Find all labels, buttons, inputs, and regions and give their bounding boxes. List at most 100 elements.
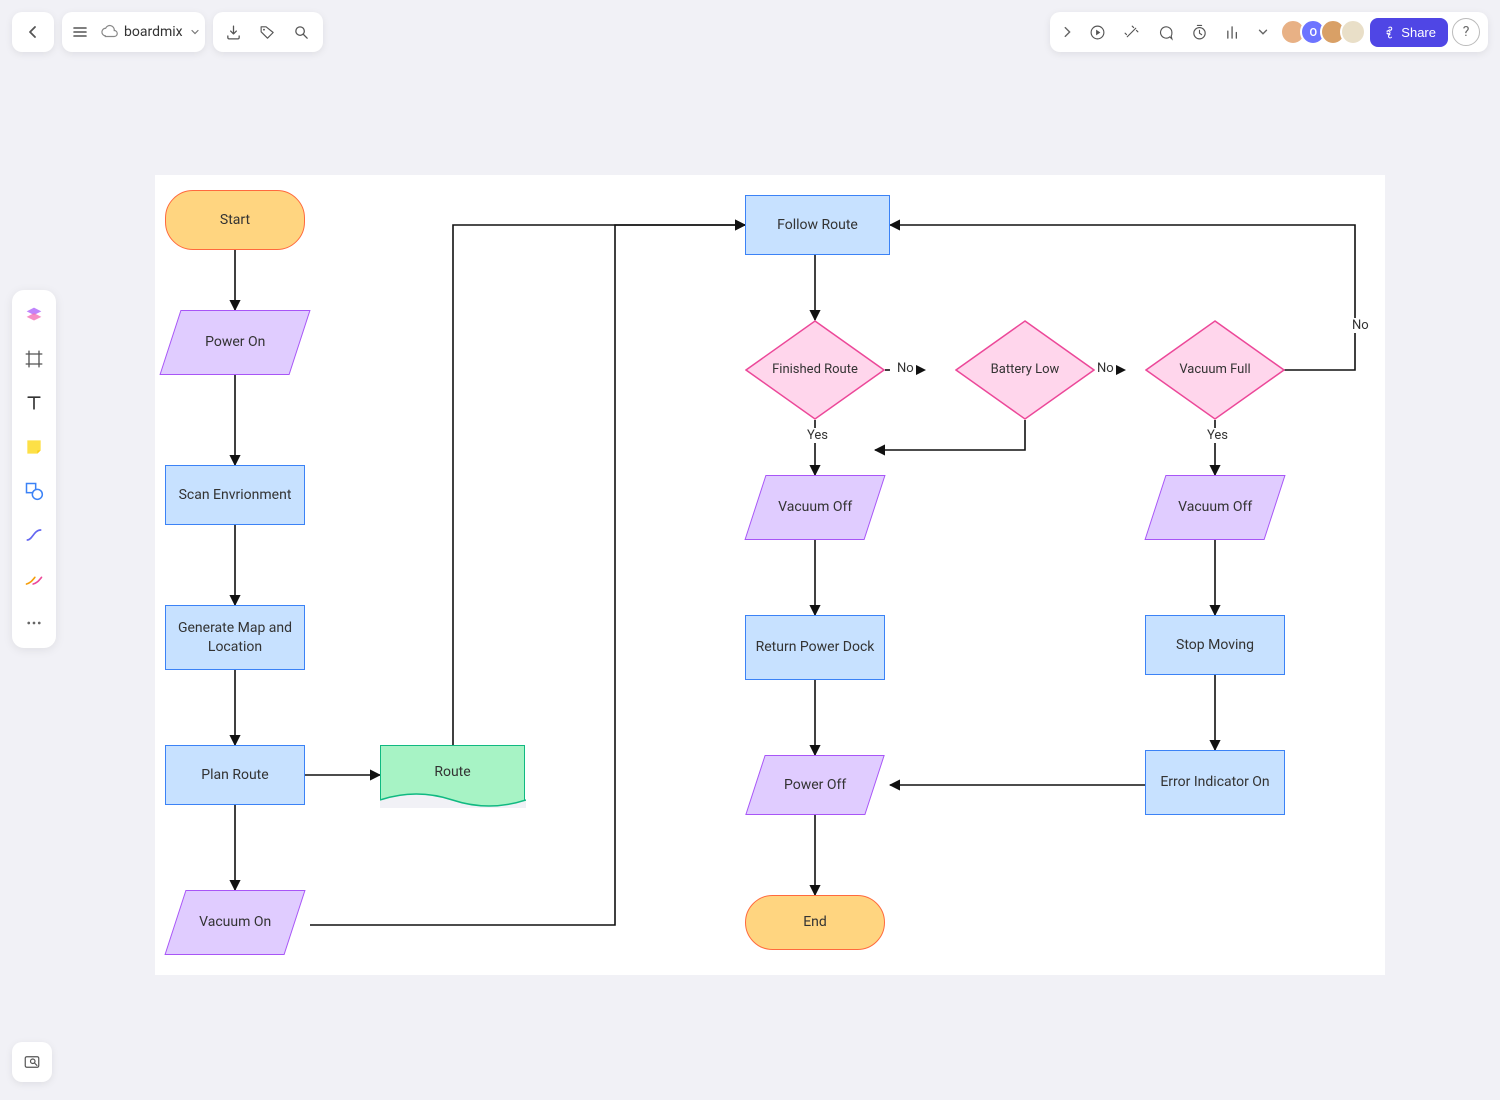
pen-tool[interactable] bbox=[17, 562, 51, 596]
node-stop-moving[interactable]: Stop Moving bbox=[1145, 615, 1285, 675]
templates-icon bbox=[23, 304, 45, 326]
node-label: Vacuum Off bbox=[778, 498, 852, 516]
edge-label-no: No bbox=[895, 361, 916, 376]
node-label: Vacuum On bbox=[199, 913, 271, 931]
shape-icon bbox=[24, 481, 44, 501]
avatar-stack[interactable]: O bbox=[1276, 19, 1366, 45]
back-button[interactable] bbox=[16, 15, 50, 49]
edge-label-yes: Yes bbox=[1205, 428, 1230, 443]
app-name: boardmix bbox=[124, 24, 183, 40]
sparkle-button[interactable] bbox=[1114, 15, 1148, 49]
tag-button[interactable] bbox=[251, 15, 285, 49]
chevron-right-icon bbox=[1060, 25, 1074, 39]
sticky-tool[interactable] bbox=[17, 430, 51, 464]
chart-button[interactable] bbox=[1216, 15, 1250, 49]
pen-icon bbox=[24, 569, 44, 589]
download-icon bbox=[225, 24, 242, 41]
brand-group: boardmix bbox=[62, 12, 205, 52]
text-tool[interactable] bbox=[17, 386, 51, 420]
expand-button[interactable] bbox=[1054, 15, 1080, 49]
text-icon bbox=[24, 393, 44, 413]
edge-label-no: No bbox=[1350, 318, 1371, 333]
node-error-indicator[interactable]: Error Indicator On bbox=[1145, 750, 1285, 815]
node-gen-map[interactable]: Generate Map and Location bbox=[165, 605, 305, 670]
shape-tool[interactable] bbox=[17, 474, 51, 508]
node-label: Finished Route bbox=[772, 362, 858, 377]
node-label: Power On bbox=[205, 333, 265, 351]
node-vacuum-on[interactable]: Vacuum On bbox=[164, 890, 305, 955]
node-label: Generate Map and Location bbox=[174, 619, 296, 655]
download-button[interactable] bbox=[217, 15, 251, 49]
node-return-dock[interactable]: Return Power Dock bbox=[745, 615, 885, 680]
node-label: Power Off bbox=[784, 776, 846, 794]
help-icon: ? bbox=[1463, 24, 1470, 40]
node-label: End bbox=[803, 913, 827, 931]
connector-icon bbox=[24, 525, 44, 545]
chevron-left-icon bbox=[25, 24, 41, 40]
chart-icon bbox=[1225, 24, 1242, 41]
node-label: Vacuum Off bbox=[1178, 498, 1252, 516]
edge-label-no: No bbox=[1095, 361, 1116, 376]
topbar-right-group: O Share ? bbox=[1050, 12, 1488, 52]
cloud-sync-icon bbox=[100, 23, 118, 41]
flowchart-connectors bbox=[155, 175, 1385, 975]
node-label: Error Indicator On bbox=[1160, 773, 1269, 791]
node-follow-route[interactable]: Follow Route bbox=[745, 195, 890, 255]
minimap-icon bbox=[23, 1053, 41, 1071]
topbar-right: O Share ? bbox=[1050, 12, 1488, 52]
node-start[interactable]: Start bbox=[165, 190, 305, 250]
minimap-button[interactable] bbox=[12, 1042, 52, 1082]
node-label: Plan Route bbox=[201, 766, 268, 784]
menu-button[interactable] bbox=[66, 15, 94, 49]
menu-icon bbox=[72, 24, 88, 40]
node-plan-route[interactable]: Plan Route bbox=[165, 745, 305, 805]
frame-tool[interactable] bbox=[17, 342, 51, 376]
share-button[interactable]: Share bbox=[1370, 18, 1448, 47]
node-label: Start bbox=[220, 211, 250, 229]
node-label: Scan Envrionment bbox=[179, 486, 292, 504]
play-icon bbox=[1089, 24, 1106, 41]
comment-button[interactable] bbox=[1148, 15, 1182, 49]
help-button[interactable]: ? bbox=[1452, 18, 1480, 46]
node-scan-env[interactable]: Scan Envrionment bbox=[165, 465, 305, 525]
chevron-down-icon bbox=[1256, 25, 1270, 39]
node-label: Vacuum Full bbox=[1179, 362, 1250, 377]
frame-icon bbox=[24, 349, 44, 369]
templates-tool[interactable] bbox=[17, 298, 51, 332]
node-vacuum-off-1[interactable]: Vacuum Off bbox=[744, 475, 885, 540]
chevron-down-icon bbox=[189, 26, 201, 38]
node-finished-route[interactable]: Finished Route bbox=[745, 320, 885, 420]
node-end[interactable]: End bbox=[745, 895, 885, 950]
search-button[interactable] bbox=[285, 15, 319, 49]
sticky-icon bbox=[24, 437, 44, 457]
more-toolbar-button[interactable] bbox=[1250, 15, 1276, 49]
node-vacuum-off-2[interactable]: Vacuum Off bbox=[1144, 475, 1285, 540]
tool-tray bbox=[12, 290, 56, 648]
node-label: Follow Route bbox=[777, 216, 858, 234]
topbar-left: boardmix bbox=[12, 12, 323, 52]
tag-icon bbox=[259, 24, 276, 41]
node-power-on[interactable]: Power On bbox=[159, 310, 310, 375]
node-power-off[interactable]: Power Off bbox=[745, 755, 884, 815]
node-route[interactable]: Route bbox=[380, 745, 525, 807]
node-vacuum-full[interactable]: Vacuum Full bbox=[1145, 320, 1285, 420]
avatar[interactable] bbox=[1340, 19, 1366, 45]
node-label: Battery Low bbox=[991, 362, 1060, 377]
node-battery-low[interactable]: Battery Low bbox=[955, 320, 1095, 420]
dots-icon bbox=[25, 614, 43, 632]
back-group bbox=[12, 12, 54, 52]
actions-group bbox=[213, 12, 323, 52]
node-label: Route bbox=[434, 764, 470, 780]
more-tools[interactable] bbox=[17, 606, 51, 640]
play-button[interactable] bbox=[1080, 15, 1114, 49]
node-label: Stop Moving bbox=[1176, 636, 1254, 654]
edge-label-yes: Yes bbox=[805, 428, 830, 443]
comment-icon bbox=[1157, 24, 1174, 41]
canvas[interactable]: Start Power On Scan Envrionment Generate… bbox=[155, 175, 1385, 975]
connector-tool[interactable] bbox=[17, 518, 51, 552]
sparkle-icon bbox=[1123, 24, 1140, 41]
share-icon bbox=[1382, 26, 1395, 39]
share-label: Share bbox=[1401, 25, 1436, 40]
node-label: Return Power Dock bbox=[756, 638, 875, 656]
timer-button[interactable] bbox=[1182, 15, 1216, 49]
